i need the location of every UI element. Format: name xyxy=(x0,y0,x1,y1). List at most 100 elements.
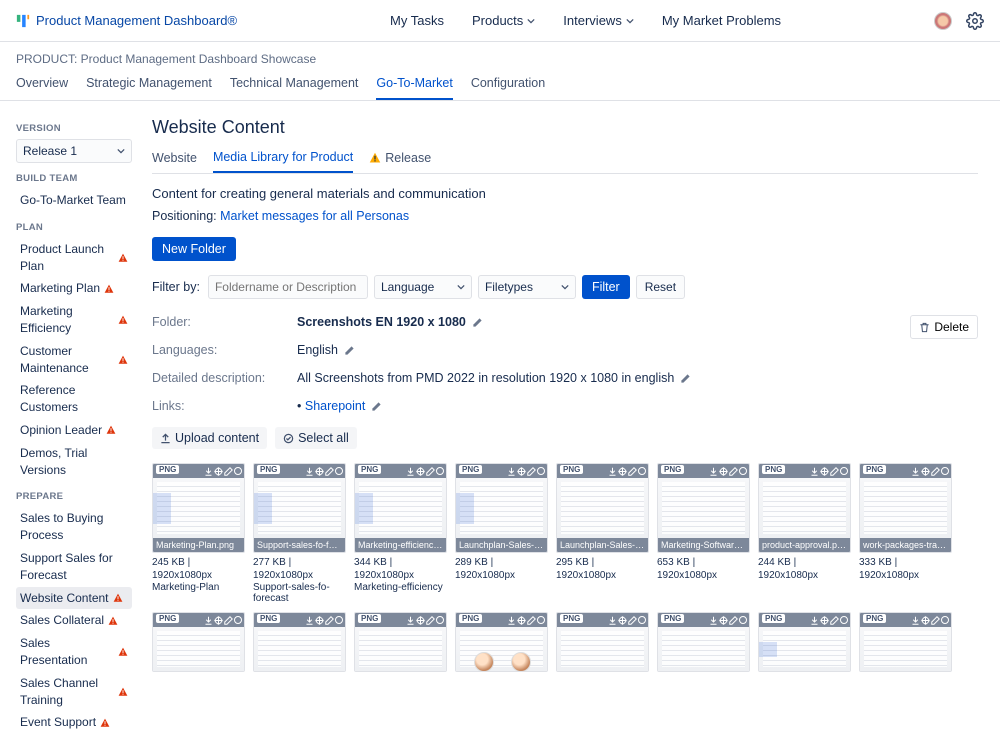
pencil-icon[interactable] xyxy=(680,373,691,384)
version-select[interactable]: Release 1 xyxy=(16,139,132,163)
download-icon[interactable] xyxy=(406,616,415,625)
select-icon[interactable] xyxy=(335,467,343,475)
nav-interviews[interactable]: Interviews xyxy=(563,13,634,28)
move-icon[interactable] xyxy=(618,616,627,625)
download-icon[interactable] xyxy=(810,467,819,476)
edit-icon[interactable] xyxy=(325,616,334,625)
subtab-release[interactable]: Release xyxy=(369,150,431,173)
move-icon[interactable] xyxy=(517,467,526,476)
media-card[interactable]: PNG work-packages-transfer... 333 KB | 1… xyxy=(859,463,952,604)
upload-button[interactable]: Upload content xyxy=(152,427,267,449)
move-icon[interactable] xyxy=(921,616,930,625)
select-icon[interactable] xyxy=(234,467,242,475)
media-card[interactable]: PNG Marketing-efficiency.png 344 KB | 19… xyxy=(354,463,447,604)
move-icon[interactable] xyxy=(315,467,324,476)
download-icon[interactable] xyxy=(204,616,213,625)
move-icon[interactable] xyxy=(214,467,223,476)
move-icon[interactable] xyxy=(719,616,728,625)
select-all-button[interactable]: Select all xyxy=(275,427,357,449)
move-icon[interactable] xyxy=(820,467,829,476)
edit-icon[interactable] xyxy=(224,467,233,476)
sidebar-prepare-item[interactable]: Sales to Buying Process xyxy=(16,507,132,547)
nav-my-market-problems[interactable]: My Market Problems xyxy=(662,13,781,28)
edit-icon[interactable] xyxy=(224,616,233,625)
media-card[interactable]: PNG xyxy=(556,612,649,672)
sidebar-item-build-team[interactable]: Go-To-Market Team xyxy=(16,189,132,212)
move-icon[interactable] xyxy=(416,616,425,625)
move-icon[interactable] xyxy=(719,467,728,476)
select-icon[interactable] xyxy=(537,616,545,624)
sharepoint-link[interactable]: Sharepoint xyxy=(297,399,365,413)
select-icon[interactable] xyxy=(234,616,242,624)
nav-products[interactable]: Products xyxy=(472,13,535,28)
move-icon[interactable] xyxy=(214,616,223,625)
media-card[interactable]: PNG Marketing-Plan.png 245 KB | 1920x108… xyxy=(152,463,245,604)
edit-icon[interactable] xyxy=(830,616,839,625)
move-icon[interactable] xyxy=(315,616,324,625)
subtab-website[interactable]: Website xyxy=(152,150,197,173)
edit-icon[interactable] xyxy=(628,467,637,476)
select-icon[interactable] xyxy=(941,616,949,624)
sidebar-prepare-item[interactable]: Sales Channel Training xyxy=(16,672,132,712)
download-icon[interactable] xyxy=(911,467,920,476)
tab-config[interactable]: Configuration xyxy=(471,76,545,100)
download-icon[interactable] xyxy=(709,616,718,625)
download-icon[interactable] xyxy=(608,616,617,625)
sidebar-plan-item[interactable]: Reference Customers xyxy=(16,379,132,419)
select-icon[interactable] xyxy=(840,467,848,475)
media-card[interactable]: PNG xyxy=(657,612,750,672)
media-card[interactable]: PNG product-approval.png 244 KB | 1920x1… xyxy=(758,463,851,604)
filetypes-select[interactable]: Filetypes xyxy=(478,275,576,299)
delete-button[interactable]: Delete xyxy=(910,315,978,339)
sidebar-plan-item[interactable]: Customer Maintenance xyxy=(16,340,132,380)
sidebar-prepare-item[interactable]: Sales Collateral xyxy=(16,609,132,632)
sidebar-plan-item[interactable]: Opinion Leader xyxy=(16,419,132,442)
select-icon[interactable] xyxy=(638,616,646,624)
sidebar-prepare-item[interactable]: Event Support xyxy=(16,711,132,734)
media-card[interactable]: PNG xyxy=(354,612,447,672)
positioning-link[interactable]: Market messages for all Personas xyxy=(220,209,409,223)
download-icon[interactable] xyxy=(810,616,819,625)
gear-icon[interactable] xyxy=(966,12,984,30)
new-folder-button[interactable]: New Folder xyxy=(152,237,236,261)
select-icon[interactable] xyxy=(436,467,444,475)
tab-strategic[interactable]: Strategic Management xyxy=(86,76,212,100)
move-icon[interactable] xyxy=(618,467,627,476)
media-card[interactable]: PNG xyxy=(758,612,851,672)
edit-icon[interactable] xyxy=(830,467,839,476)
media-card[interactable]: PNG Support-sales-fo-forecast... 277 KB … xyxy=(253,463,346,604)
tab-technical[interactable]: Technical Management xyxy=(230,76,359,100)
tab-overview[interactable]: Overview xyxy=(16,76,68,100)
move-icon[interactable] xyxy=(416,467,425,476)
download-icon[interactable] xyxy=(305,467,314,476)
edit-icon[interactable] xyxy=(931,616,940,625)
select-icon[interactable] xyxy=(436,616,444,624)
select-icon[interactable] xyxy=(537,467,545,475)
media-card[interactable]: PNG xyxy=(253,612,346,672)
pencil-icon[interactable] xyxy=(472,317,483,328)
media-card[interactable]: PNG xyxy=(859,612,952,672)
edit-icon[interactable] xyxy=(628,616,637,625)
edit-icon[interactable] xyxy=(931,467,940,476)
edit-icon[interactable] xyxy=(426,467,435,476)
download-icon[interactable] xyxy=(507,467,516,476)
sidebar-prepare-item[interactable]: Support Sales for Forecast xyxy=(16,547,132,587)
edit-icon[interactable] xyxy=(729,616,738,625)
sidebar-plan-item[interactable]: Product Launch Plan xyxy=(16,238,132,278)
filter-button[interactable]: Filter xyxy=(582,275,630,299)
select-icon[interactable] xyxy=(739,467,747,475)
select-icon[interactable] xyxy=(739,616,747,624)
sidebar-plan-item[interactable]: Marketing Efficiency xyxy=(16,300,132,340)
reset-button[interactable]: Reset xyxy=(636,275,685,299)
select-icon[interactable] xyxy=(638,467,646,475)
select-icon[interactable] xyxy=(840,616,848,624)
avatar[interactable] xyxy=(934,12,952,30)
sidebar-plan-item[interactable]: Demos, Trial Versions xyxy=(16,442,132,482)
edit-icon[interactable] xyxy=(729,467,738,476)
download-icon[interactable] xyxy=(305,616,314,625)
media-card[interactable]: PNG xyxy=(455,612,548,672)
sidebar-prepare-item[interactable]: Website Content xyxy=(16,587,132,610)
pencil-icon[interactable] xyxy=(344,345,355,356)
sidebar-prepare-item[interactable]: Sales Presentation xyxy=(16,632,132,672)
move-icon[interactable] xyxy=(820,616,829,625)
